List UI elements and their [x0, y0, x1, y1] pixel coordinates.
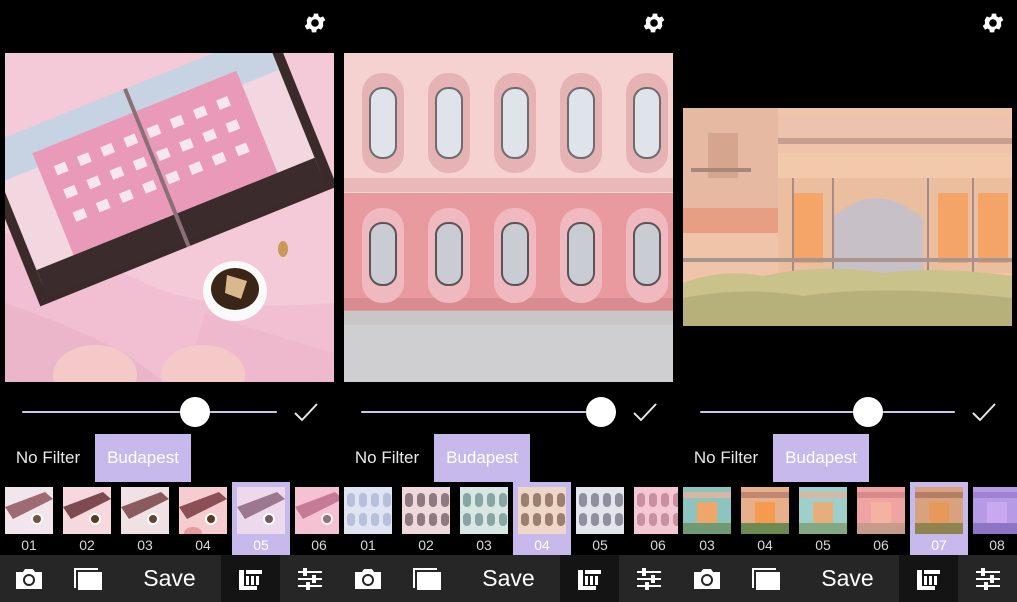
filter-thumbnail[interactable]: 06 [852, 482, 910, 555]
thumbnail-number: 04 [534, 537, 550, 553]
camera-icon [16, 568, 42, 589]
thumbnail-number: 01 [21, 537, 37, 553]
slider-thumb[interactable] [585, 397, 616, 427]
photo-preview [683, 108, 1012, 326]
save-button[interactable]: Save [457, 555, 560, 602]
gallery-button[interactable] [736, 555, 796, 602]
slider-thumb[interactable] [180, 397, 211, 427]
filter-thumbnail[interactable]: 03 [455, 482, 513, 555]
film-strip-icon [577, 567, 601, 590]
thumbnail-number: 03 [699, 537, 715, 553]
film-strip-icon [916, 567, 940, 590]
filter-thumbnail[interactable]: 03 [678, 482, 736, 555]
tab-no-filter[interactable]: No Filter [345, 434, 429, 482]
filter-thumbnail[interactable]: 01 [0, 482, 58, 555]
filter-thumbnail[interactable]: 06 [290, 482, 339, 555]
sliders-icon [975, 567, 1000, 590]
thumbnail-number: 02 [79, 537, 95, 553]
tab-budapest[interactable]: Budapest [434, 434, 530, 482]
filter-thumbnail[interactable]: 01 [339, 482, 397, 555]
gallery-icon [74, 567, 102, 590]
film-strip-icon [238, 567, 262, 590]
filter-thumbnail-strip: 03 04 05 06 07 08 [678, 482, 1017, 555]
camera-button[interactable] [678, 555, 736, 602]
thumbnail-number: 03 [137, 537, 153, 553]
intensity-slider[interactable] [339, 392, 678, 432]
intensity-slider[interactable] [0, 392, 339, 432]
tab-no-filter[interactable]: No Filter [684, 434, 768, 482]
filter-thumbnail-selected[interactable]: 05 [232, 482, 290, 555]
slider-track [22, 411, 277, 413]
filter-thumbnail[interactable]: 06 [629, 482, 678, 555]
checkmark-icon[interactable] [971, 401, 997, 423]
gallery-icon [413, 567, 441, 590]
filter-thumbnail[interactable]: 02 [58, 482, 116, 555]
filter-thumbnail[interactable]: 05 [571, 482, 629, 555]
gallery-icon [752, 567, 780, 590]
adjust-button[interactable] [280, 555, 339, 602]
intensity-slider[interactable] [678, 392, 1017, 432]
gear-icon[interactable] [302, 10, 328, 36]
gear-icon[interactable] [980, 10, 1006, 36]
filter-tabs: No Filter Budapest [678, 434, 1017, 482]
editor-panel-1: No Filter Budapest 01 02 03 04 05 06 Sav… [0, 0, 339, 602]
gallery-button[interactable] [397, 555, 457, 602]
thumbnail-number: 05 [253, 537, 269, 553]
filter-thumbnail-selected[interactable]: 07 [910, 482, 968, 555]
checkmark-icon[interactable] [293, 401, 319, 423]
sliders-icon [636, 567, 661, 590]
thumbnail-number: 06 [873, 537, 889, 553]
filter-thumbnail[interactable]: 02 [397, 482, 455, 555]
camera-button[interactable] [339, 555, 397, 602]
filter-tabs: No Filter Budapest [339, 434, 678, 482]
thumbnail-number: 07 [931, 537, 947, 553]
editor-panel-3: No Filter Budapest 03 04 05 06 07 08 Sav… [678, 0, 1017, 602]
bottom-toolbar: Save [0, 555, 339, 602]
camera-icon [355, 568, 381, 589]
camera-icon [694, 568, 720, 589]
filters-tab-button[interactable] [899, 555, 958, 602]
filter-tabs: No Filter Budapest [0, 434, 339, 482]
filter-thumbnail-selected[interactable]: 04 [513, 482, 571, 555]
filter-thumbnail[interactable]: 05 [794, 482, 852, 555]
photo-preview [5, 53, 334, 382]
photo-preview [344, 53, 673, 382]
thumbnail-number: 05 [592, 537, 608, 553]
editor-panel-2: No Filter Budapest 01 02 03 04 05 06 Sav… [339, 0, 678, 602]
filter-thumbnail-strip: 01 02 03 04 05 06 [0, 482, 339, 555]
filter-thumbnail-strip: 01 02 03 04 05 06 [339, 482, 678, 555]
thumbnail-number: 06 [650, 537, 666, 553]
slider-track [361, 411, 616, 413]
checkmark-icon[interactable] [632, 401, 658, 423]
filter-thumbnail[interactable]: 03 [116, 482, 174, 555]
filters-tab-button[interactable] [221, 555, 280, 602]
sliders-icon [297, 567, 322, 590]
thumbnail-number: 04 [757, 537, 773, 553]
filter-thumbnail[interactable]: 04 [174, 482, 232, 555]
thumbnail-number: 04 [195, 537, 211, 553]
thumbnail-number: 02 [418, 537, 434, 553]
filter-thumbnail[interactable]: 04 [736, 482, 794, 555]
thumbnail-number: 06 [311, 537, 327, 553]
adjust-button[interactable] [958, 555, 1017, 602]
gear-icon[interactable] [641, 10, 667, 36]
save-button[interactable]: Save [118, 555, 221, 602]
slider-thumb[interactable] [853, 397, 884, 427]
save-button[interactable]: Save [796, 555, 899, 602]
tab-budapest[interactable]: Budapest [95, 434, 191, 482]
bottom-toolbar: Save [678, 555, 1017, 602]
thumbnail-number: 01 [360, 537, 376, 553]
tab-no-filter[interactable]: No Filter [6, 434, 90, 482]
filters-tab-button[interactable] [560, 555, 619, 602]
thumbnail-number: 05 [815, 537, 831, 553]
thumbnail-number: 03 [476, 537, 492, 553]
camera-button[interactable] [0, 555, 58, 602]
adjust-button[interactable] [619, 555, 678, 602]
thumbnail-number: 08 [989, 537, 1005, 553]
gallery-button[interactable] [58, 555, 118, 602]
bottom-toolbar: Save [339, 555, 678, 602]
filter-thumbnail[interactable]: 08 [968, 482, 1017, 555]
slider-track [700, 411, 955, 413]
tab-budapest[interactable]: Budapest [773, 434, 869, 482]
